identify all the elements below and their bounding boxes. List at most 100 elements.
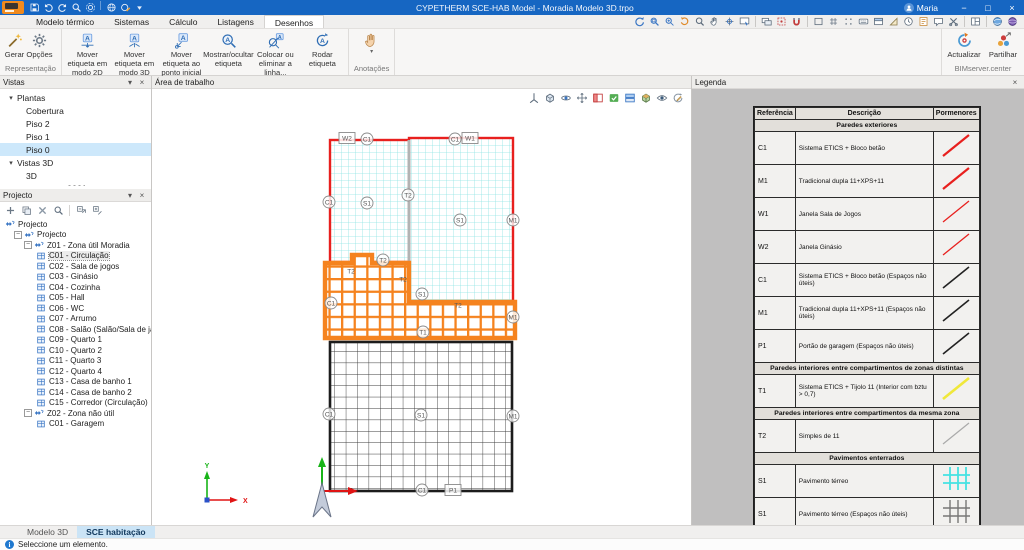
collapse-box-icon[interactable]: − (24, 241, 32, 249)
plan-label-s1[interactable]: S1 (454, 214, 466, 226)
projecto-item-projecto[interactable]: −Projecto (0, 230, 151, 241)
ok-green-icon[interactable] (607, 91, 621, 104)
plan-label-t2[interactable]: T2 (399, 276, 407, 283)
projecto-item-c11-quarto-3[interactable]: C11 - Quarto 3 (0, 356, 151, 367)
opcoes-button[interactable]: Opções (27, 31, 52, 59)
refresh-view-icon[interactable] (677, 15, 692, 28)
plan-label-w1[interactable]: W1 (462, 133, 478, 144)
set-square-icon[interactable] (886, 15, 901, 28)
projecto-item-c04-cozinha[interactable]: C04 - Cozinha (0, 282, 151, 293)
center-view-icon[interactable] (722, 15, 737, 28)
maximize-button[interactable]: □ (976, 0, 1000, 15)
snap-point-icon[interactable] (841, 15, 856, 28)
vistas-item-piso-2[interactable]: Piso 2 (0, 117, 151, 130)
vistas-item-3d[interactable]: 3D (0, 169, 151, 182)
projecto-item-z01-zona-til-moradia[interactable]: −Z01 - Zona útil Moradia (0, 240, 151, 251)
projecto-item-c10-quarto-2[interactable]: C10 - Quarto 2 (0, 345, 151, 356)
orbit-icon[interactable] (83, 1, 97, 14)
rodar-etiqueta-button[interactable]: A Rodar etiqueta (299, 31, 346, 68)
projecto-item-c01-circula-o[interactable]: C01 - Circulação (0, 251, 151, 262)
screen-select-icon[interactable] (737, 15, 752, 28)
collapse-box-icon[interactable]: − (24, 409, 32, 417)
window-layout-icon[interactable] (968, 15, 983, 28)
projecto-item-c07-arrumo[interactable]: C07 - Arrumo (0, 314, 151, 325)
user-account[interactable]: Maria (904, 3, 938, 13)
projecto-item-c15-corredor-circula-o-[interactable]: C15 - Corredor (Circulação) (0, 398, 151, 409)
mover-etiqueta-ponto-button[interactable]: A Mover etiqueta ao ponto inicial (158, 31, 205, 77)
close-icon[interactable]: × (136, 77, 148, 88)
close-icon[interactable]: × (1009, 77, 1021, 88)
plan-label-w2[interactable]: W2 (339, 133, 355, 144)
comment-icon[interactable] (931, 15, 946, 28)
plan-label-p1[interactable]: P1 (445, 485, 461, 496)
zoom-scale-icon[interactable] (662, 15, 677, 28)
plan-label-c1[interactable]: C1 (323, 196, 335, 208)
vistas-item-cobertura[interactable]: Cobertura (0, 104, 151, 117)
projecto-item-c02-sala-de-jogos[interactable]: C02 - Sala de jogos (0, 261, 151, 272)
projecto-item-c06-wc[interactable]: C06 - WC (0, 303, 151, 314)
caret-down-icon[interactable] (132, 1, 146, 14)
globe-icon[interactable] (104, 1, 118, 14)
split-red-icon[interactable] (591, 91, 605, 104)
tab-modelo-t-rmico[interactable]: Modelo térmico (26, 15, 104, 28)
plan-label-c1[interactable]: C1 (449, 133, 461, 145)
close-button[interactable]: × (1000, 0, 1024, 15)
vistas-item-piso-0[interactable]: Piso 0 (0, 143, 151, 156)
plan-label-m1[interactable]: M1 (507, 311, 519, 323)
plan-label-c1[interactable]: C1 (323, 408, 335, 420)
chevron-down-icon[interactable]: ▾ (124, 77, 136, 88)
plan-label-m1[interactable]: M1 (507, 410, 519, 422)
dwg-template-icon[interactable] (916, 15, 931, 28)
plan-label-s1[interactable]: S1 (361, 197, 373, 209)
actualizar-button[interactable]: Actualizar (944, 31, 984, 59)
projecto-item-projecto[interactable]: Projecto (0, 219, 151, 230)
zoom-search-icon[interactable] (692, 15, 707, 28)
minimize-button[interactable]: − (952, 0, 976, 15)
axes-icon[interactable] (527, 91, 541, 104)
rect-select-icon[interactable] (811, 15, 826, 28)
projecto-item-c12-quarto-4[interactable]: C12 - Quarto 4 (0, 366, 151, 377)
panels-blue-icon[interactable] (623, 91, 637, 104)
mover-etiqueta-3d-button[interactable]: A Mover etiqueta em modo 3D (111, 31, 158, 77)
bottom-tab-sce-habita-o[interactable]: SCE habitação (77, 526, 155, 538)
grid-red-icon[interactable] (774, 15, 789, 28)
keyboard-icon[interactable] (856, 15, 871, 28)
anotacoes-button[interactable]: ▾ (359, 31, 384, 54)
collapse-tree-icon[interactable] (74, 204, 88, 217)
delete-icon[interactable] (35, 204, 49, 217)
tab-c-lculo[interactable]: Cálculo (159, 15, 207, 28)
collapse-box-icon[interactable]: − (14, 231, 22, 239)
cut-icon[interactable] (946, 15, 961, 28)
undo-icon[interactable] (41, 1, 55, 14)
search-icon[interactable] (69, 1, 83, 14)
chevron-down-icon[interactable]: ▾ (124, 190, 136, 201)
projecto-item-c09-quarto-1[interactable]: C09 - Quarto 1 (0, 335, 151, 346)
projecto-item-c05-hall[interactable]: C05 - Hall (0, 293, 151, 304)
plan-label-t2[interactable]: T2 (402, 189, 414, 201)
plan-label-c1[interactable]: C1 (361, 133, 373, 145)
gerar-button[interactable]: Gerar (2, 31, 27, 59)
screens-icon[interactable] (759, 15, 774, 28)
projecto-item-c03-gin-sio[interactable]: C03 - Ginásio (0, 272, 151, 283)
pan-hand-icon[interactable] (707, 15, 722, 28)
vistas-item-piso-1[interactable]: Piso 1 (0, 130, 151, 143)
eye-icon[interactable] (655, 91, 669, 104)
box-3d-icon[interactable] (543, 91, 557, 104)
vistas-item-vistas-3d[interactable]: ▾Vistas 3D (0, 156, 151, 169)
tab-listagens[interactable]: Listagens (207, 15, 263, 28)
partilhar-button[interactable]: Partilhar (984, 31, 1022, 59)
plan-label-c1[interactable]: C1 (325, 297, 337, 309)
globe-edit-icon[interactable] (118, 1, 132, 14)
orbit-rotate-icon[interactable] (632, 15, 647, 28)
plan-label-s1[interactable]: S1 (416, 288, 428, 300)
plus-icon[interactable] (3, 204, 17, 217)
plan-label-t2[interactable]: T2 (454, 302, 462, 309)
expand-tree-icon[interactable] (90, 204, 104, 217)
colocar-eliminar-linha-button[interactable]: A Colocar ou eliminar a linha... (252, 31, 299, 77)
chevron-down-icon[interactable]: ▾ (5, 159, 17, 167)
sketch-rotate-icon[interactable] (671, 91, 685, 104)
magnet-icon[interactable] (789, 15, 804, 28)
app-icon[interactable] (2, 1, 24, 14)
tab-sistemas[interactable]: Sistemas (104, 15, 159, 28)
plan-label-t2[interactable]: T2 (377, 254, 389, 266)
